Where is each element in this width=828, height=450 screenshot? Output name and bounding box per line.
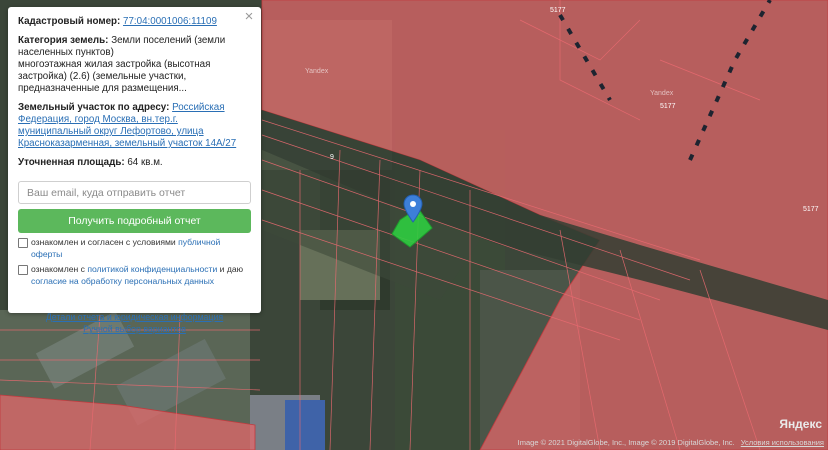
close-icon[interactable]: × (243, 9, 255, 24)
privacy-consent-text: ознакомлен с (31, 264, 85, 274)
terms-link[interactable]: Условия использования (741, 438, 824, 447)
parcel-info-panel: × Кадастровый номер: 77:04:0001006:11109… (8, 7, 261, 334)
get-report-button[interactable]: Получить подробный отчет (18, 209, 251, 233)
attribution-text: Image © 2021 DigitalGlobe, Inc., Image ©… (517, 438, 735, 447)
privacy-consent[interactable]: ознакомлен с политикой конфиденциальност… (18, 264, 251, 287)
offer-consent-text: ознакомлен и согласен с условиями (31, 237, 176, 247)
map-attribution: Image © 2021 DigitalGlobe, Inc., Image ©… (514, 438, 824, 447)
manual-selection-link[interactable]: Ручной выбор вариантов (18, 323, 251, 335)
address-row: Земельный участок по адресу: Российская … (18, 102, 251, 150)
offer-checkbox[interactable] (18, 238, 28, 248)
area-label: Уточненная площадь: (18, 157, 125, 168)
yandex-logo: Яндекс (779, 417, 822, 431)
category-detail: многоэтажная жилая застройка (высотная з… (18, 59, 211, 94)
privacy-consent-label: ознакомлен с политикой конфиденциальност… (31, 264, 251, 287)
area-row: Уточненная площадь: 64 кв.м. (18, 157, 251, 169)
address-label: Земельный участок по адресу: (18, 102, 170, 113)
map-label-1: 5177 (660, 103, 676, 110)
email-input[interactable] (18, 181, 251, 204)
category-label: Категория земель: (18, 35, 109, 46)
cadastral-number-link[interactable]: 77:04:0001006:11109 (123, 16, 217, 27)
cadastral-row: Кадастровый номер: 77:04:0001006:11109 (18, 16, 251, 28)
map-label-3: Yandex (305, 68, 329, 75)
privacy-policy-link[interactable]: политикой конфиденциальности (87, 264, 217, 274)
privacy-checkbox[interactable] (18, 265, 28, 275)
personal-data-link[interactable]: согласие на обработку персональных данны… (31, 276, 214, 286)
map-label-0: 5177 (550, 7, 566, 14)
offer-consent[interactable]: ознакомлен и согласен с условиями публич… (18, 237, 251, 260)
map-label-2: 5177 (803, 206, 819, 213)
area-value: 64 кв.м. (127, 157, 163, 168)
map-label-4: Yandex (650, 90, 674, 97)
map-label-5: 9 (330, 154, 334, 161)
privacy-consent-mid: и даю (219, 264, 244, 274)
category-row: Категория земель: Земли поселений (земли… (18, 35, 251, 95)
report-details-link[interactable]: Детали отчета и юридическая информация (18, 311, 251, 323)
offer-consent-label: ознакомлен и согласен с условиями публич… (31, 237, 251, 260)
footer-links: Детали отчета и юридическая информация Р… (18, 311, 251, 335)
cadastral-label: Кадастровый номер: (18, 16, 121, 27)
